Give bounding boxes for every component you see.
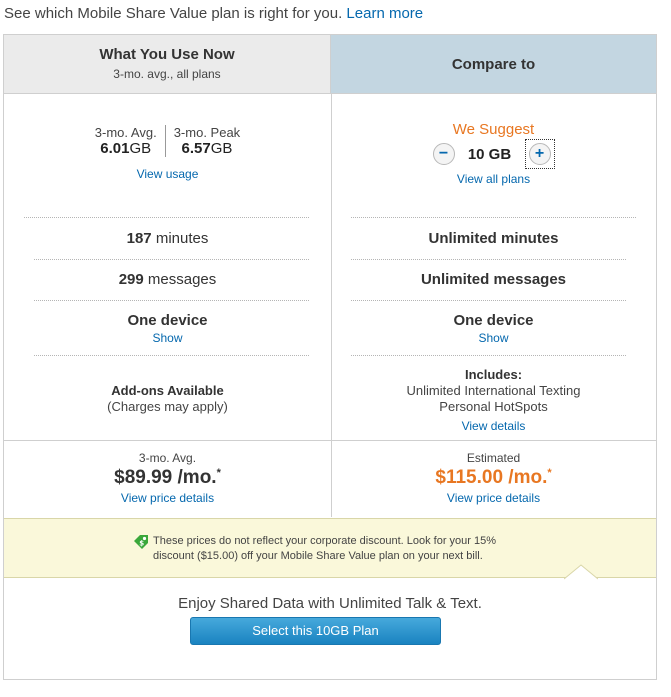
messages-value: 299 bbox=[118, 271, 144, 288]
price-tag-icon: $ bbox=[134, 535, 148, 549]
estimated-price: Estimated $115.00 /mo.* View price detai… bbox=[331, 451, 656, 507]
discount-notice: $ These prices do not reflect your corpo… bbox=[4, 518, 656, 578]
view-details-link[interactable]: View details bbox=[462, 419, 526, 433]
peak-usage-value: 6.57 bbox=[181, 140, 211, 157]
peak-usage-unit: GB bbox=[210, 140, 233, 157]
intro-line: See which Mobile Share Value plan is rig… bbox=[4, 5, 423, 22]
minutes-label: minutes bbox=[155, 230, 209, 247]
messages-label: messages bbox=[147, 271, 217, 288]
current-usage-title: What You Use Now bbox=[99, 46, 235, 63]
peak-usage-stat: 3-mo. Peak 6.57GB bbox=[164, 125, 248, 157]
current-minutes: 187 minutes bbox=[4, 230, 331, 247]
includes-title: Includes: bbox=[464, 367, 523, 382]
avg-usage-stat: 3-mo. Avg. 6.01GB bbox=[87, 125, 165, 157]
plan-messages: Unlimited messages bbox=[331, 271, 656, 288]
right-divider-1 bbox=[351, 217, 636, 218]
right-divider-2 bbox=[351, 259, 626, 260]
comparison-panel: What You Use Now 3-mo. avg., all plans C… bbox=[3, 34, 657, 680]
unlimited-minutes: Unlimited minutes bbox=[428, 230, 559, 247]
addons-note: (Charges may apply) bbox=[107, 399, 228, 414]
price-divider bbox=[4, 440, 656, 441]
current-messages: 299 messages bbox=[4, 271, 331, 288]
show-plan-devices-link[interactable]: Show bbox=[478, 331, 508, 345]
current-price-value: $89.99 /mo. bbox=[114, 467, 217, 488]
decrease-plan-button[interactable]: − bbox=[432, 143, 455, 165]
right-divider-4 bbox=[351, 355, 626, 356]
left-divider-2 bbox=[34, 259, 309, 260]
compare-header: Compare to bbox=[331, 35, 656, 93]
suggest-label: We Suggest bbox=[452, 121, 535, 138]
minutes-value: 187 bbox=[126, 230, 152, 247]
addons-title: Add-ons Available bbox=[111, 383, 224, 398]
addons: Add-ons Available (Charges may apply) bbox=[4, 383, 331, 415]
estimated-price-caption: Estimated bbox=[466, 451, 521, 465]
current-price-caption: 3-mo. Avg. bbox=[138, 451, 197, 465]
increase-plan-focus: + bbox=[524, 139, 555, 169]
include-hotspots: Personal HotSpots bbox=[439, 399, 548, 414]
unlimited-messages: Unlimited messages bbox=[420, 271, 567, 288]
plan-devices: One device Show bbox=[331, 312, 656, 346]
data-usage-summary: 3-mo. Avg. 6.01GB 3-mo. Peak 6.57GB View… bbox=[4, 125, 331, 183]
right-divider-3 bbox=[351, 300, 626, 301]
avg-usage-label: 3-mo. Avg. bbox=[94, 125, 157, 140]
header-divider bbox=[4, 93, 656, 94]
include-intl-texting: Unlimited International Texting bbox=[406, 383, 581, 398]
estimated-price-footnote: * bbox=[547, 467, 552, 479]
suggested-plan: We Suggest − 10 GB + View all plans bbox=[331, 121, 656, 188]
learn-more-link[interactable]: Learn more bbox=[346, 5, 423, 22]
shared-data-tagline: Enjoy Shared Data with Unlimited Talk & … bbox=[178, 595, 482, 612]
current-usage-subtitle: 3-mo. avg., all plans bbox=[113, 67, 221, 81]
current-price-footnote: * bbox=[216, 467, 221, 479]
notice-pointer bbox=[564, 564, 598, 580]
current-price-details-link[interactable]: View price details bbox=[121, 491, 214, 505]
estimated-price-details-link[interactable]: View price details bbox=[447, 491, 540, 505]
notice-line-2: discount ($15.00) off your Mobile Share … bbox=[153, 550, 483, 562]
select-plan-button[interactable]: Select this 10GB Plan bbox=[190, 617, 441, 645]
intro-text: See which Mobile Share Value plan is rig… bbox=[4, 5, 343, 22]
peak-usage-label: 3-mo. Peak bbox=[173, 125, 241, 140]
plan-minutes: Unlimited minutes bbox=[331, 230, 656, 247]
left-divider-1 bbox=[24, 217, 309, 218]
plan-device-count: One device bbox=[453, 312, 534, 329]
current-devices: One device Show bbox=[4, 312, 331, 346]
current-price: 3-mo. Avg. $89.99 /mo.* View price detai… bbox=[4, 451, 331, 507]
plan-size-stepper: − 10 GB + bbox=[331, 139, 656, 169]
plan-size-value: 10 GB bbox=[467, 145, 512, 163]
notice-line-1: These prices do not reflect your corpora… bbox=[153, 535, 497, 547]
current-usage-header: What You Use Now 3-mo. avg., all plans bbox=[4, 35, 331, 93]
svg-text:$: $ bbox=[139, 540, 144, 548]
increase-plan-button[interactable]: + bbox=[528, 143, 551, 165]
view-usage-link[interactable]: View usage bbox=[137, 167, 199, 181]
estimated-price-value: $115.00 /mo. bbox=[435, 467, 548, 488]
device-count: One device bbox=[127, 312, 208, 329]
left-divider-3 bbox=[34, 300, 309, 301]
avg-usage-value: 6.01 bbox=[100, 140, 130, 157]
avg-usage-unit: GB bbox=[129, 140, 152, 157]
compare-title: Compare to bbox=[451, 56, 536, 73]
show-devices-link[interactable]: Show bbox=[152, 331, 182, 345]
plan-includes: Includes: Unlimited International Textin… bbox=[331, 367, 656, 434]
view-all-plans-link[interactable]: View all plans bbox=[457, 172, 530, 186]
left-divider-4 bbox=[34, 355, 309, 356]
